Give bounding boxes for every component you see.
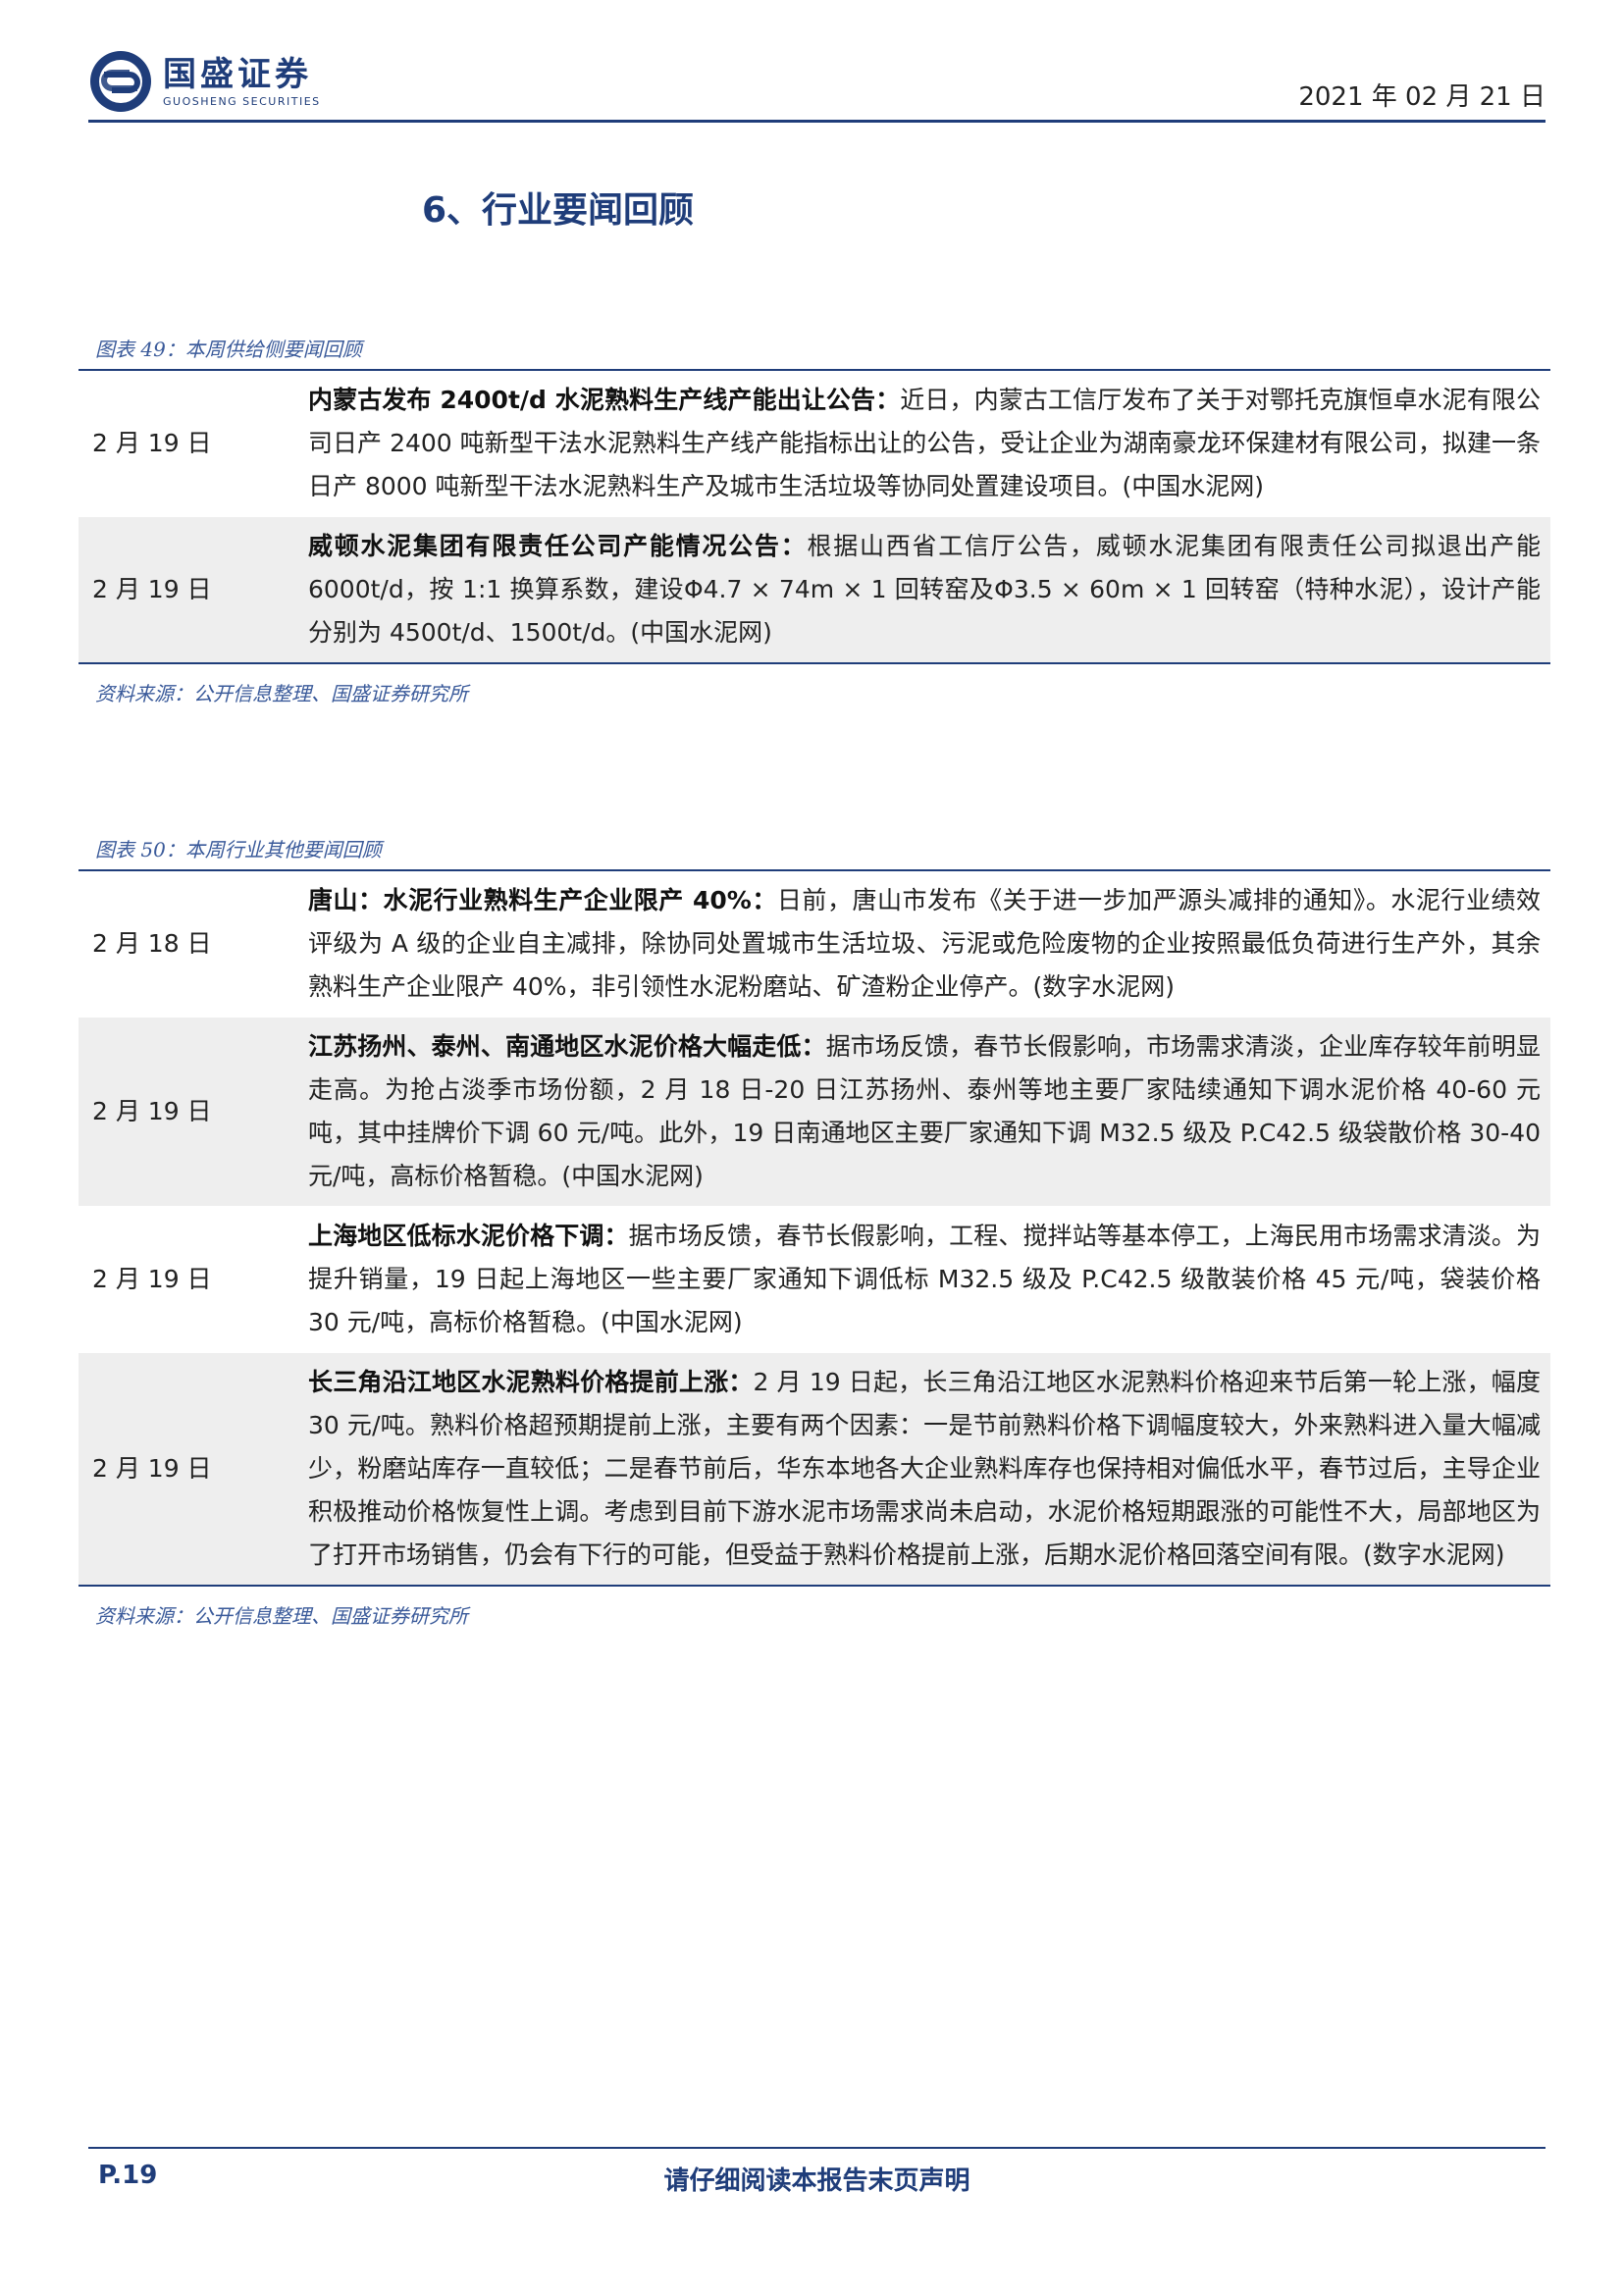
- logo-english-name: GUOSHENG SECURITIES: [163, 94, 321, 108]
- row-text: 上海地区低标水泥价格下调：据市场反馈，春节长假影响，工程、搅拌站等基本停工，上海…: [308, 1206, 1550, 1353]
- section-title: 6、行业要闻回顾: [422, 190, 695, 231]
- row-headline: 长三角沿江地区水泥熟料价格提前上涨：: [308, 1368, 754, 1396]
- footer-disclaimer: 请仔细阅读本报告末页声明: [663, 2166, 970, 2196]
- row-headline: 内蒙古发布 2400t/d 水泥熟料生产线产能出让公告：: [308, 386, 901, 414]
- table-row: 2 月 18 日 唐山：水泥行业熟料生产企业限产 40%：日前，唐山市发布《关于…: [79, 870, 1550, 1018]
- page-footer: P.19 请仔细阅读本报告末页声明: [88, 2147, 1545, 2196]
- table-row: 2 月 19 日 上海地区低标水泥价格下调：据市场反馈，春节长假影响，工程、搅拌…: [79, 1206, 1550, 1353]
- row-text: 威顿水泥集团有限责任公司产能情况公告：根据山西省工信厅公告，威顿水泥集团有限责任…: [308, 516, 1550, 663]
- logo-chinese-name: 国盛证券: [163, 54, 312, 94]
- row-text: 江苏扬州、泰州、南通地区水泥价格大幅走低：据市场反馈，春节长假影响，市场需求清淡…: [308, 1017, 1550, 1207]
- table-row: 2 月 19 日 威顿水泥集团有限责任公司产能情况公告：根据山西省工信厅公告，威…: [79, 516, 1550, 663]
- page-header: 国盛证券 GUOSHENG SECURITIES 2021 年 02 月 21 …: [88, 49, 1545, 123]
- table49: 2 月 19 日 内蒙古发布 2400t/d 水泥熟料生产线产能出让公告：近日，…: [79, 369, 1550, 664]
- row-headline: 威顿水泥集团有限责任公司产能情况公告：: [308, 532, 808, 560]
- row-date: 2 月 18 日: [92, 929, 212, 958]
- table-row: 2 月 19 日 江苏扬州、泰州、南通地区水泥价格大幅走低：据市场反馈，春节长假…: [79, 1017, 1550, 1207]
- table50: 2 月 18 日 唐山：水泥行业熟料生产企业限产 40%：日前，唐山市发布《关于…: [79, 869, 1550, 1587]
- row-body: 2 月 19 日起，长三角沿江地区水泥熟料价格迎来节后第一轮上涨，幅度 30 元…: [308, 1368, 1541, 1569]
- table50-source: 资料来源：公开信息整理、国盛证券研究所: [95, 1604, 468, 1628]
- report-date: 2021 年 02 月 21 日: [1298, 82, 1545, 112]
- row-headline: 上海地区低标水泥价格下调：: [308, 1222, 629, 1250]
- row-date: 2 月 19 日: [79, 1206, 308, 1353]
- table50-caption: 图表 50：本周行业其他要闻回顾: [95, 838, 382, 861]
- table-row: 2 月 19 日 长三角沿江地区水泥熟料价格提前上涨：2 月 19 日起，长三角…: [79, 1352, 1550, 1586]
- row-text: 内蒙古发布 2400t/d 水泥熟料生产线产能出让公告：近日，内蒙古工信厅发布了…: [308, 370, 1550, 517]
- row-date: 2 月 19 日: [79, 516, 308, 663]
- table49-source: 资料来源：公开信息整理、国盛证券研究所: [95, 682, 468, 705]
- row-date: 2 月 19 日: [79, 1352, 308, 1586]
- row-text: 长三角沿江地区水泥熟料价格提前上涨：2 月 19 日起，长三角沿江地区水泥熟料价…: [308, 1352, 1550, 1586]
- table49-caption: 图表 49：本周供给侧要闻回顾: [95, 338, 362, 361]
- row-date: 2 月 19 日: [79, 1017, 308, 1207]
- table-row: 2 月 19 日 内蒙古发布 2400t/d 水泥熟料生产线产能出让公告：近日，…: [79, 370, 1550, 517]
- row-headline: 唐山：水泥行业熟料生产企业限产 40%：: [308, 886, 777, 914]
- guosheng-logo-icon: [90, 51, 151, 112]
- row-text: 唐山：水泥行业熟料生产企业限产 40%：日前，唐山市发布《关于进一步加严源头减排…: [308, 870, 1550, 1018]
- row-headline: 江苏扬州、泰州、南通地区水泥价格大幅走低：: [308, 1032, 826, 1061]
- row-date: 2 月 19 日: [92, 429, 212, 457]
- company-logo: 国盛证券 GUOSHENG SECURITIES: [88, 49, 321, 114]
